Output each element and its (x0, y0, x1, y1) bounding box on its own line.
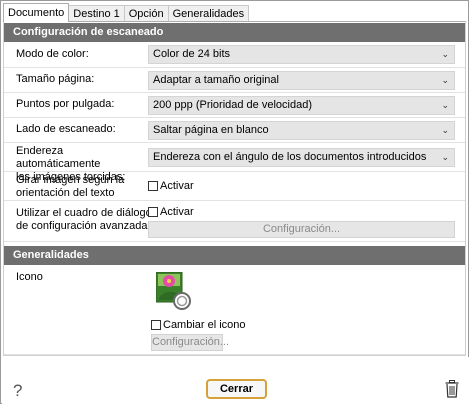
general-header: Generalidades (4, 246, 465, 265)
checkbox-box[interactable] (151, 320, 161, 330)
close-button[interactable]: Cerrar (206, 379, 267, 399)
color-mode-row: Modo de color: Color de 24 bits ⌄ (4, 42, 465, 68)
advanced-checkbox[interactable]: Activar (148, 206, 194, 218)
dpi-label: Puntos por pulgada: (16, 98, 115, 110)
dpi-select[interactable]: 200 ppp (Prioridad de velocidad) ⌄ (148, 96, 455, 115)
rotate-checkbox-label: Activar (160, 180, 194, 192)
page-size-label: Tamaño página: (16, 73, 95, 85)
deskew-value: Endereza con el ángulo de los documentos… (153, 151, 427, 163)
color-mode-select[interactable]: Color de 24 bits ⌄ (148, 45, 455, 64)
scan-side-select[interactable]: Saltar página en blanco ⌄ (148, 121, 455, 140)
icon-configuration-button[interactable]: Configuración... (151, 334, 229, 351)
icon-row: Icono (4, 265, 465, 355)
flower-image-icon (156, 272, 191, 310)
tab-generalidades[interactable]: Generalidades (167, 5, 250, 22)
scan-side-label: Lado de escaneado: (16, 123, 116, 135)
tab-destino-1[interactable]: Destino 1 (68, 5, 125, 22)
advanced-label-line1: Utilizar el cuadro de diálogo (16, 207, 152, 219)
scan-side-row: Lado de escaneado: Saltar página en blan… (4, 118, 465, 143)
footer-bar: ? Cerrar (2, 357, 469, 404)
chevron-down-icon: ⌄ (441, 125, 449, 135)
icon-label: Icono (16, 271, 43, 283)
tab-documento[interactable]: Documento (3, 3, 70, 22)
dpi-value: 200 ppp (Prioridad de velocidad) (153, 99, 312, 111)
chevron-down-icon: ⌄ (441, 75, 449, 85)
change-icon-label: Cambiar el icono (163, 319, 246, 331)
dialog-window: Documento Destino 1 Opción Generalidades… (0, 0, 469, 404)
advanced-configuration-button[interactable]: Configuración... (148, 221, 455, 238)
color-mode-value: Color de 24 bits (153, 48, 231, 60)
checkbox-box[interactable] (148, 181, 158, 191)
color-mode-label: Modo de color: (16, 48, 89, 60)
rotate-label: Girar imagen según la orientación del te… (16, 174, 146, 200)
tab-bar: Documento Destino 1 Opción Generalidades (3, 3, 250, 22)
scan-settings-header: Configuración de escaneado (4, 23, 465, 42)
advanced-label-line2: de configuración avanzada (16, 220, 148, 232)
page-size-select[interactable]: Adaptar a tamaño original ⌄ (148, 71, 455, 90)
checkbox-box[interactable] (148, 207, 158, 217)
deskew-select[interactable]: Endereza con el ángulo de los documentos… (148, 148, 455, 167)
chevron-down-icon: ⌄ (441, 49, 449, 59)
help-icon[interactable]: ? (13, 381, 22, 401)
dpi-row: Puntos por pulgada: 200 ppp (Prioridad d… (4, 93, 465, 118)
deskew-label-line1: Endereza automáticamente (16, 145, 101, 170)
rotate-checkbox[interactable]: Activar (148, 180, 194, 192)
rotate-row: Girar imagen según la orientación del te… (4, 172, 465, 201)
rotate-label-line1: Girar imagen según la (16, 174, 125, 186)
rotate-label-line2: orientación del texto (16, 187, 115, 199)
page-size-value: Adaptar a tamaño original (153, 74, 279, 86)
advanced-checkbox-label: Activar (160, 206, 194, 218)
deskew-row: Endereza automáticamente las imágenes to… (4, 143, 465, 183)
trash-icon[interactable] (445, 380, 459, 398)
page-size-row: Tamaño página: Adaptar a tamaño original… (4, 68, 465, 93)
advanced-row: Utilizar el cuadro de diálogo de configu… (4, 201, 465, 242)
change-icon-checkbox[interactable]: Cambiar el icono (151, 319, 246, 331)
chevron-down-icon: ⌄ (441, 100, 449, 110)
tab-opcion[interactable]: Opción (123, 5, 169, 22)
scan-side-value: Saltar página en blanco (153, 124, 269, 136)
chevron-down-icon: ⌄ (441, 152, 449, 162)
advanced-label: Utilizar el cuadro de diálogo de configu… (16, 207, 156, 233)
